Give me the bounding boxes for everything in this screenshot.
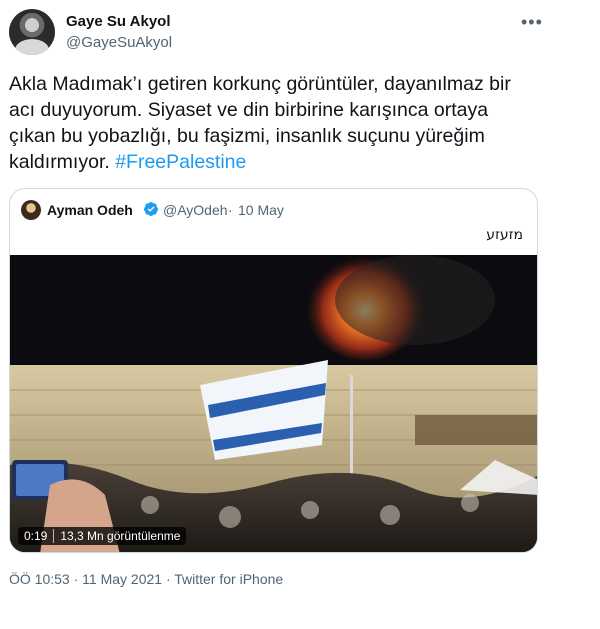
- tweet-metadata: ÖÖ 10:53 · 11 May 2021 · Twitter for iPh…: [9, 571, 284, 587]
- view-count: 13,3 Mn görüntülenme: [60, 529, 181, 543]
- verified-badge-icon: [144, 202, 159, 216]
- more-horizontal-icon[interactable]: •••: [521, 12, 543, 33]
- quoted-author-handle[interactable]: @AyOdeh: [163, 202, 228, 218]
- video-time: 0:19: [24, 529, 55, 543]
- video-frame: [10, 255, 537, 552]
- tweet-body: Akla Madımak’ı getiren korkunç görüntüle…: [9, 73, 511, 173]
- video-badge: 0:19 13,3 Mn görüntülenme: [18, 527, 187, 545]
- video-player[interactable]: 0:19 13,3 Mn görüntülenme: [10, 255, 537, 552]
- author-handle[interactable]: @GayeSuAkyol: [66, 34, 172, 51]
- author-name[interactable]: Gaye Su Akyol: [66, 13, 171, 30]
- tweet-text: Akla Madımak’ı getiren korkunç görüntüle…: [9, 71, 529, 175]
- quoted-author-name[interactable]: Ayman Odeh: [47, 202, 133, 218]
- quoted-tweet[interactable]: Ayman Odeh @AyOdeh · 10 May מזעזע 0:19 1…: [9, 188, 538, 553]
- author-avatar[interactable]: [9, 9, 55, 55]
- quoted-date[interactable]: 10 May: [238, 202, 284, 218]
- avatar-figure: [15, 39, 49, 55]
- dot-separator: ·: [228, 202, 233, 218]
- quoted-avatar[interactable]: [21, 200, 41, 220]
- hashtag-link[interactable]: #FreePalestine: [115, 151, 246, 173]
- quoted-text: מזעזע: [486, 227, 523, 243]
